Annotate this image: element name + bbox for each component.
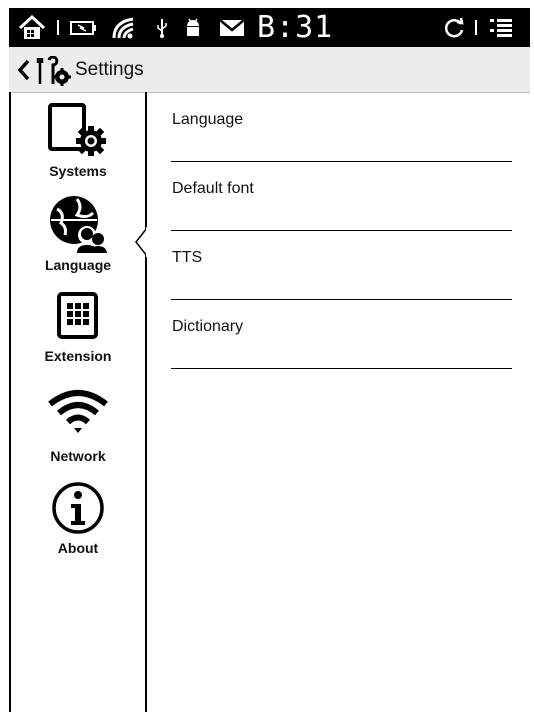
sidebar-item-label: Language: [44, 257, 112, 273]
list-divider: [171, 160, 512, 162]
list-item-tts[interactable]: TTS: [171, 232, 512, 300]
info-icon: [52, 482, 104, 534]
status-separator: [475, 20, 477, 35]
back-chevron-icon[interactable]: [17, 59, 31, 81]
extension-keypad-icon: [57, 292, 98, 339]
list-divider: [171, 229, 512, 231]
system-settings-icon: [48, 103, 106, 156]
list-item-dictionary[interactable]: Dictionary: [171, 301, 512, 369]
sidebar-divider: [145, 92, 147, 712]
sidebar-item-label: Network: [50, 448, 106, 464]
status-bar: B:31: [9, 8, 530, 47]
menu-icon[interactable]: [487, 8, 515, 47]
battery-icon: [69, 8, 99, 47]
sidebar-item-network[interactable]: Network: [12, 388, 144, 464]
selection-caret-icon: [135, 227, 148, 257]
frame-left-border: [9, 92, 11, 712]
list-item-language[interactable]: Language: [171, 94, 512, 162]
wifi-signal-icon: [109, 8, 139, 47]
status-separator: [57, 20, 59, 35]
notification-icon: [217, 8, 247, 47]
sidebar-item-systems[interactable]: Systems: [12, 103, 144, 179]
wifi-icon: [48, 390, 108, 433]
list-item-label: Language: [172, 111, 244, 128]
settings-tools-icon: [35, 55, 71, 86]
page-title: Settings: [75, 59, 144, 80]
refresh-icon[interactable]: [441, 8, 467, 47]
sidebar-item-about[interactable]: About: [12, 480, 144, 556]
list-item-label: TTS: [172, 249, 203, 266]
sidebar-item-label: Systems: [49, 163, 107, 179]
sidebar-item-extension[interactable]: Extension: [12, 292, 144, 364]
home-icon[interactable]: [17, 8, 47, 47]
usb-icon: [152, 8, 172, 47]
list-item-label: Default font: [172, 180, 254, 197]
language-globe-icon: [50, 196, 107, 253]
list-item-label: Dictionary: [172, 318, 244, 335]
sidebar-item-label: Extension: [44, 348, 112, 364]
list-divider: [171, 298, 512, 300]
title-bar: Settings: [9, 47, 530, 93]
list-divider: [171, 367, 512, 369]
list-item-default-font[interactable]: Default font: [171, 163, 512, 231]
android-icon: [181, 8, 205, 47]
sidebar-item-label: About: [57, 540, 99, 556]
status-clock: B:31: [257, 10, 334, 45]
sidebar-item-language[interactable]: Language: [12, 193, 144, 273]
